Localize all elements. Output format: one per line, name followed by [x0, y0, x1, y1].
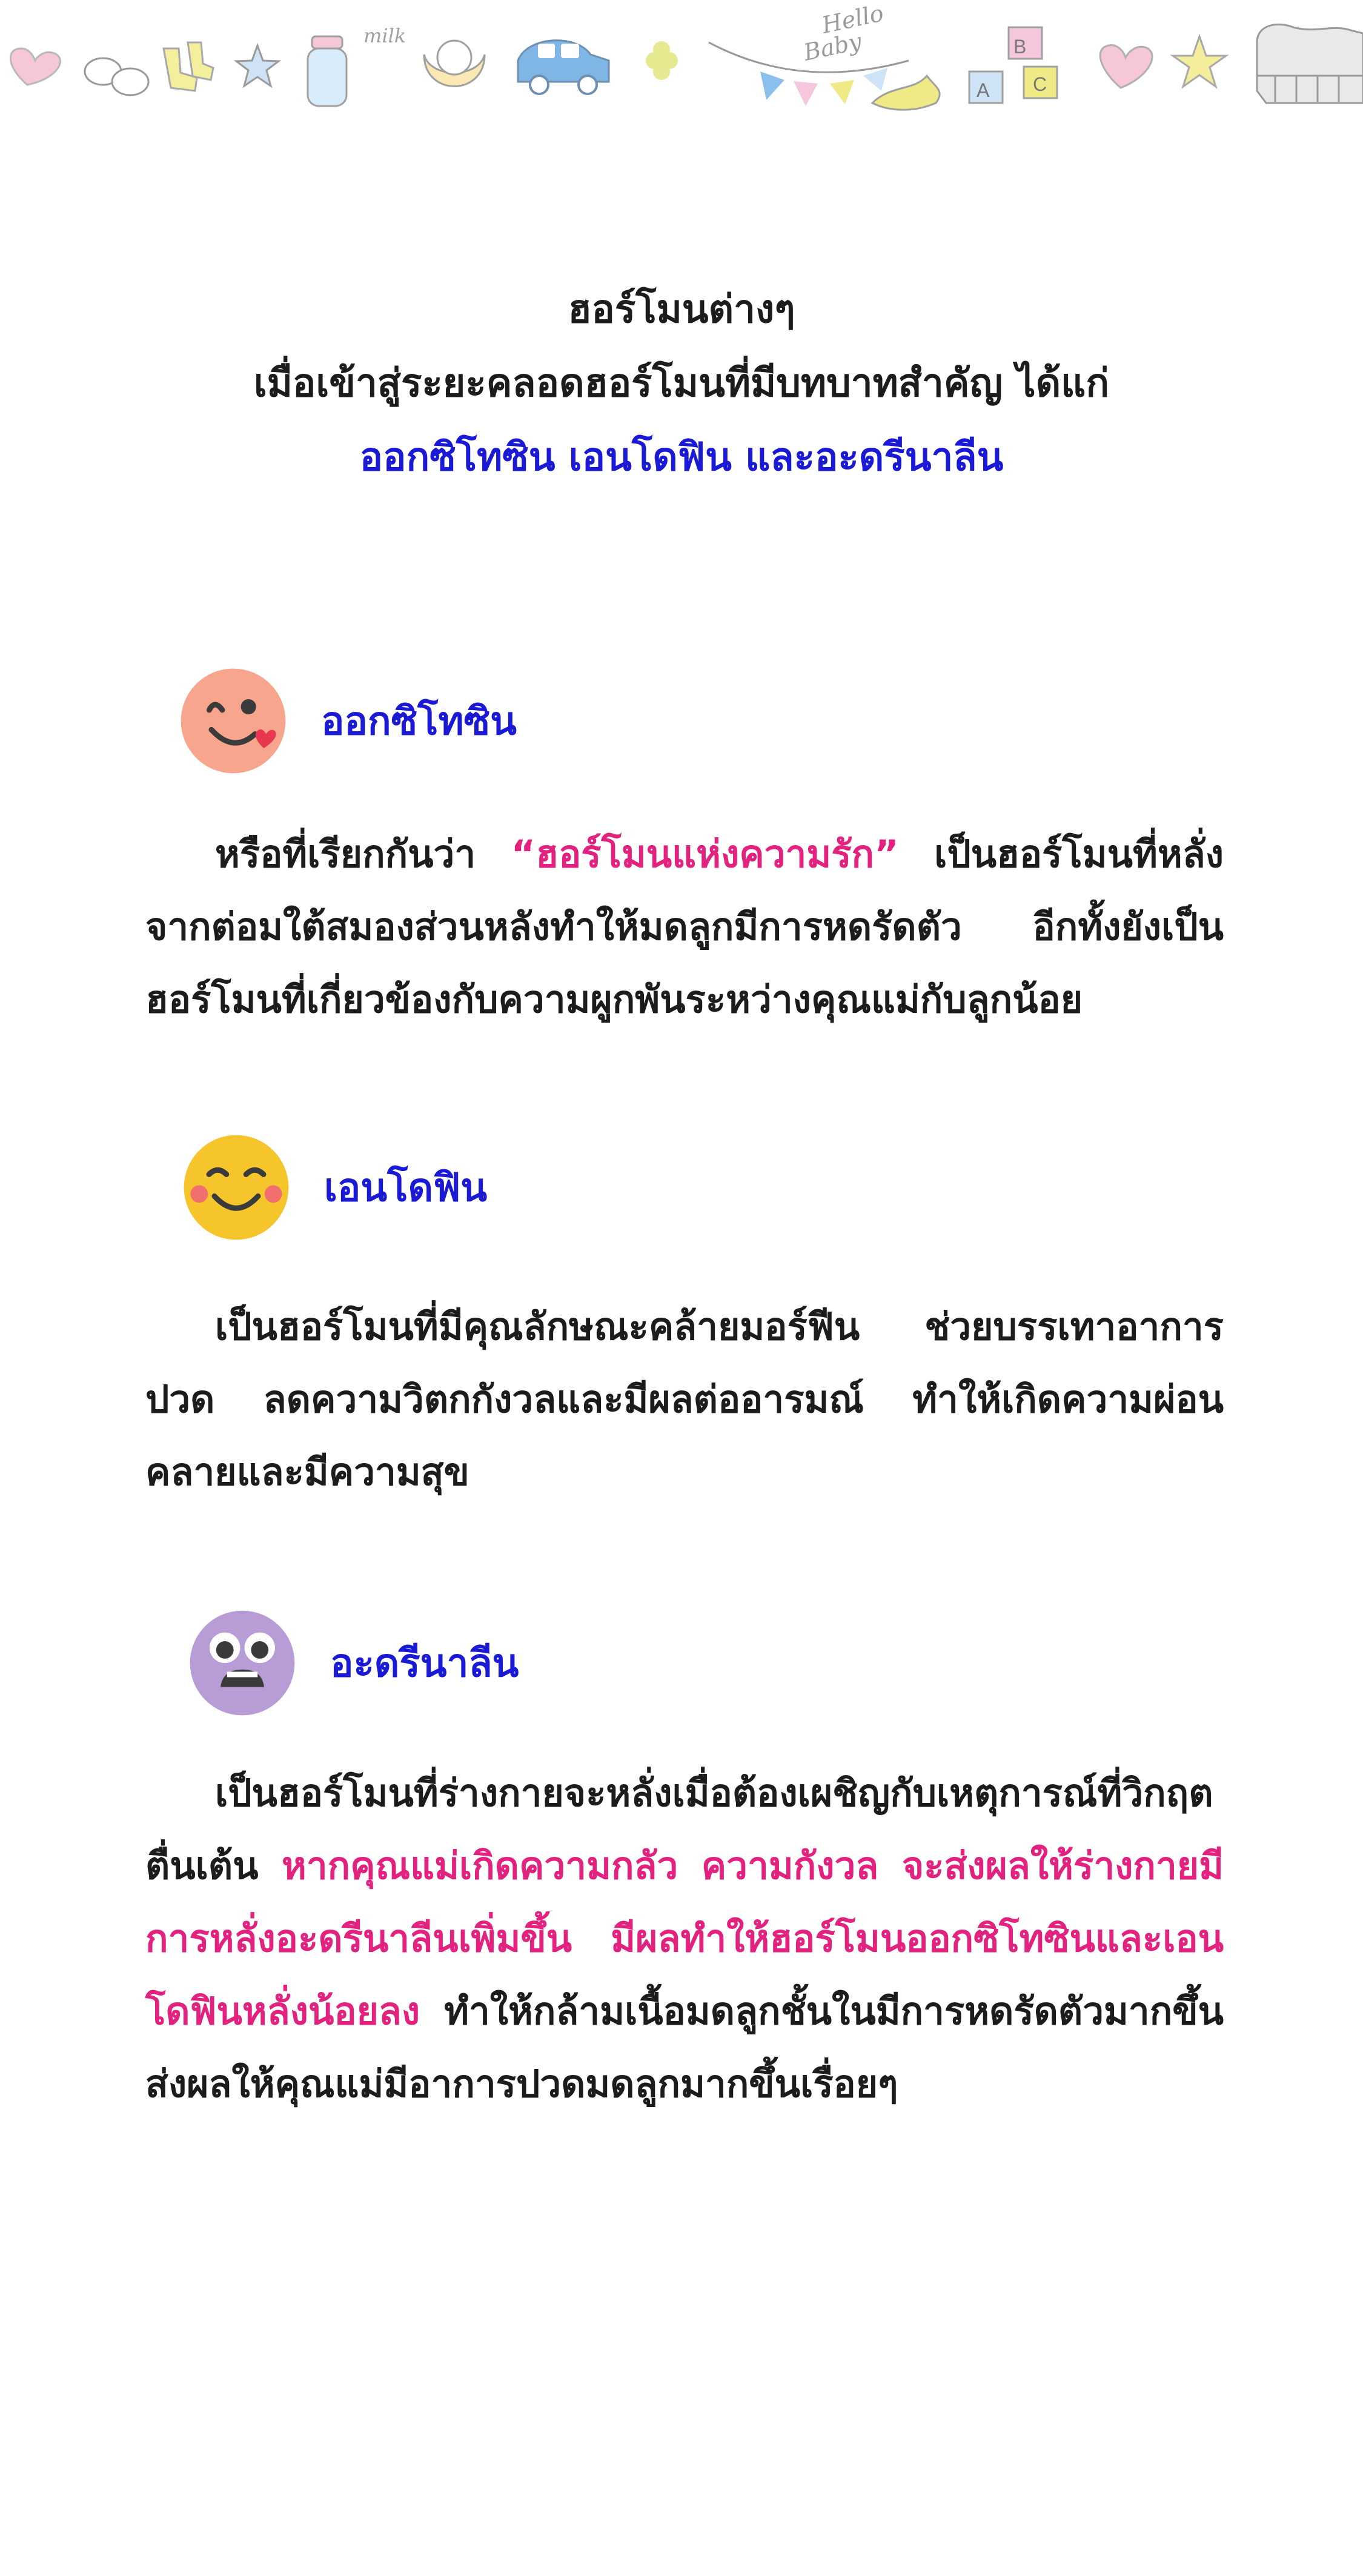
toy-car-icon	[517, 39, 610, 95]
love-face-icon	[181, 668, 286, 774]
bib-icon	[423, 39, 486, 87]
alphabet-blocks-icon: B A C	[968, 26, 1058, 104]
section-title-oxytocin: ออกซิโทซิน	[321, 699, 517, 744]
body-text: หรือที่เรียกกันว่า	[215, 832, 511, 876]
baby-label: Baby	[801, 28, 864, 66]
section-body-oxytocin: หรือที่เรียกกันว่า “ฮอร์โมนแห่งความรัก” …	[145, 818, 1224, 1036]
block-letter: B	[1013, 36, 1026, 58]
star-icon	[233, 42, 282, 88]
section-header-oxytocin: ออกซิโทซิน	[179, 663, 517, 778]
heart-icon	[9, 47, 61, 86]
intro-heading: ฮอร์โมนต่างๆ เมื่อเข้าสู่ระยะคลอดฮอร์โมน…	[0, 273, 1363, 494]
section-body-endorphin: เป็นฮอร์โมนที่มีคุณลักษณะคล้ายมอร์ฟีน ช่…	[145, 1290, 1224, 1509]
section-header-adrenaline: อะดรีนาลีน	[188, 1605, 519, 1721]
body-text: เป็นฮอร์โมนที่มีคุณลักษณะคล้ายมอร์ฟีน ช่…	[145, 1304, 1224, 1494]
block-letter: C	[1033, 73, 1047, 95]
section-title-adrenaline: อะดรีนาลีน	[330, 1641, 519, 1686]
intro-title: ฮอร์โมนต่างๆ	[568, 287, 795, 332]
baby-shoes-icon	[84, 57, 150, 96]
section-title-endorphin: เอนโดฟิน	[324, 1166, 488, 1210]
star-icon	[1170, 33, 1229, 89]
clover-icon	[646, 41, 678, 80]
intro-subtitle: เมื่อเข้าสู่ระยะคลอดฮอร์โมนที่มีบทบาทสำค…	[253, 361, 1110, 406]
heart-icon	[1099, 44, 1153, 89]
happy-face-icon	[184, 1135, 289, 1240]
milk-bottle-icon: milk	[307, 24, 406, 107]
toy-piano-icon	[1256, 23, 1363, 104]
bunting-flags-icon: Hello Baby	[708, 0, 909, 106]
baby-socks-icon	[162, 41, 214, 92]
baby-items-banner: milk Hello Baby B A C	[9, 0, 1363, 111]
scared-face-icon	[190, 1610, 295, 1716]
section-body-adrenaline: เป็นฮอร์โมนที่ร่างกายจะหลั่งเมื่อต้องเผช…	[145, 1757, 1224, 2120]
block-letter: A	[977, 79, 990, 101]
love-hormone-highlight: “ฮอร์โมนแห่งความรัก”	[511, 832, 899, 876]
section-header-endorphin: เอนโดฟิน	[182, 1130, 487, 1245]
intro-hormone-list: ออกซิโทซิน เอนโดฟิน และอะดรีนาลีน	[359, 435, 1004, 480]
milk-label: milk	[363, 24, 406, 47]
